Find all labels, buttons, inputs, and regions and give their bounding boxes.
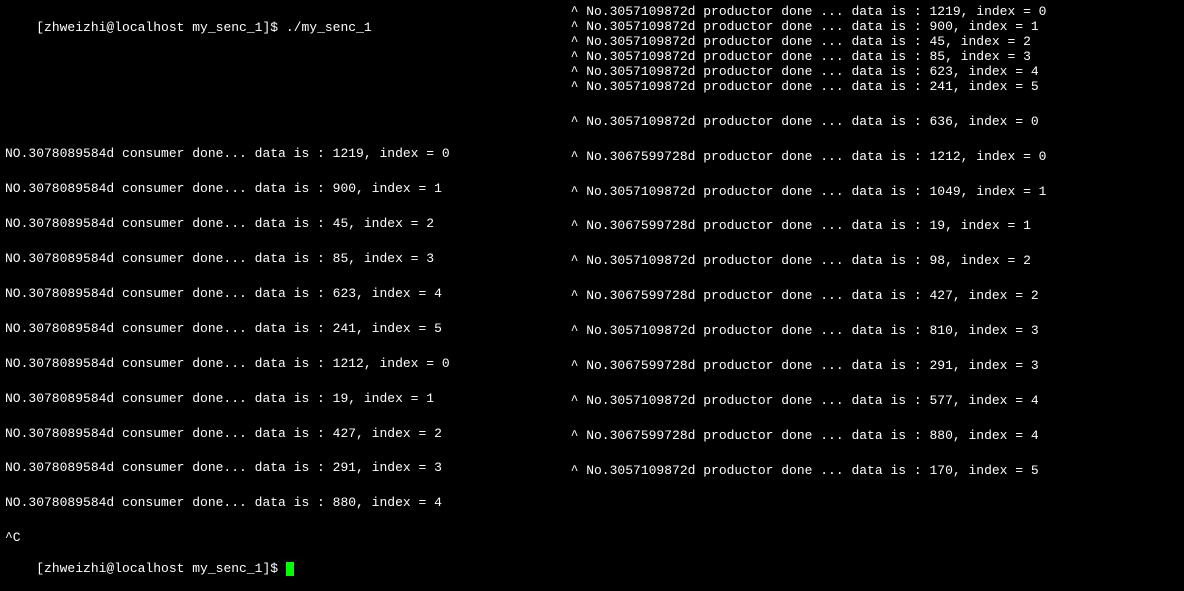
productor-output-line: ^ No.3067599728d productor done ... data… xyxy=(555,289,1184,304)
productor-output-line: ^ No.3057109872d productor done ... data… xyxy=(555,394,1184,409)
productor-output-line: ^ No.3067599728d productor done ... data… xyxy=(555,429,1184,444)
consumer-output-line: NO.3078089584d consumer done... data is … xyxy=(5,461,555,476)
output-spacer xyxy=(5,52,555,147)
consumer-output-line: NO.3078089584d consumer done... data is … xyxy=(5,427,555,442)
consumer-output-line: NO.3078089584d consumer done... data is … xyxy=(5,496,555,511)
command-text: ./my_senc_1 xyxy=(286,20,372,35)
consumer-output-line: NO.3078089584d consumer done... data is … xyxy=(5,287,555,302)
productor-output-line: ^ No.3057109872d productor done ... data… xyxy=(555,464,1184,479)
productor-output-line: ^ No.3067599728d productor done ... data… xyxy=(555,150,1184,165)
consumer-output-line: NO.3078089584d consumer done... data is … xyxy=(5,252,555,267)
productor-output-line: ^ No.3067599728d productor done ... data… xyxy=(555,359,1184,374)
cursor-icon xyxy=(286,562,294,576)
consumer-output-line: NO.3078089584d consumer done... data is … xyxy=(5,322,555,337)
productor-output-line: ^ No.3067599728d productor done ... data… xyxy=(555,219,1184,234)
prompt-line-1: [zhweizhi@localhost my_senc_1]$ ./my_sen… xyxy=(5,5,555,50)
terminal-left-pane[interactable]: [zhweizhi@localhost my_senc_1]$ ./my_sen… xyxy=(0,0,555,521)
productor-output-line: ^ No.3057109872d productor done ... data… xyxy=(555,5,1184,20)
productor-output-line: ^ No.3057109872d productor done ... data… xyxy=(555,20,1184,35)
shell-prompt: [zhweizhi@localhost my_senc_1]$ xyxy=(36,561,286,576)
consumer-output-line: NO.3078089584d consumer done... data is … xyxy=(5,182,555,197)
productor-output-line: ^ No.3057109872d productor done ... data… xyxy=(555,324,1184,339)
productor-output-line: ^ No.3057109872d productor done ... data… xyxy=(555,35,1184,50)
consumer-output-line: NO.3078089584d consumer done... data is … xyxy=(5,357,555,372)
interrupt-signal: ^C xyxy=(5,531,555,546)
consumer-output-line: NO.3078089584d consumer done... data is … xyxy=(5,217,555,232)
prompt-line-2: [zhweizhi@localhost my_senc_1]$ xyxy=(5,546,555,591)
consumer-output-line: NO.3078089584d consumer done... data is … xyxy=(5,147,555,162)
terminal-right-pane[interactable]: ^ No.3057109872d productor done ... data… xyxy=(555,0,1184,521)
consumer-output-line: NO.3078089584d consumer done... data is … xyxy=(5,392,555,407)
productor-output-line: ^ No.3057109872d productor done ... data… xyxy=(555,254,1184,269)
productor-output-line: ^ No.3057109872d productor done ... data… xyxy=(555,65,1184,80)
shell-prompt: [zhweizhi@localhost my_senc_1]$ xyxy=(36,20,286,35)
productor-output-line: ^ No.3057109872d productor done ... data… xyxy=(555,185,1184,200)
productor-output-line: ^ No.3057109872d productor done ... data… xyxy=(555,50,1184,65)
productor-output-line: ^ No.3057109872d productor done ... data… xyxy=(555,80,1184,95)
productor-output-line: ^ No.3057109872d productor done ... data… xyxy=(555,115,1184,130)
